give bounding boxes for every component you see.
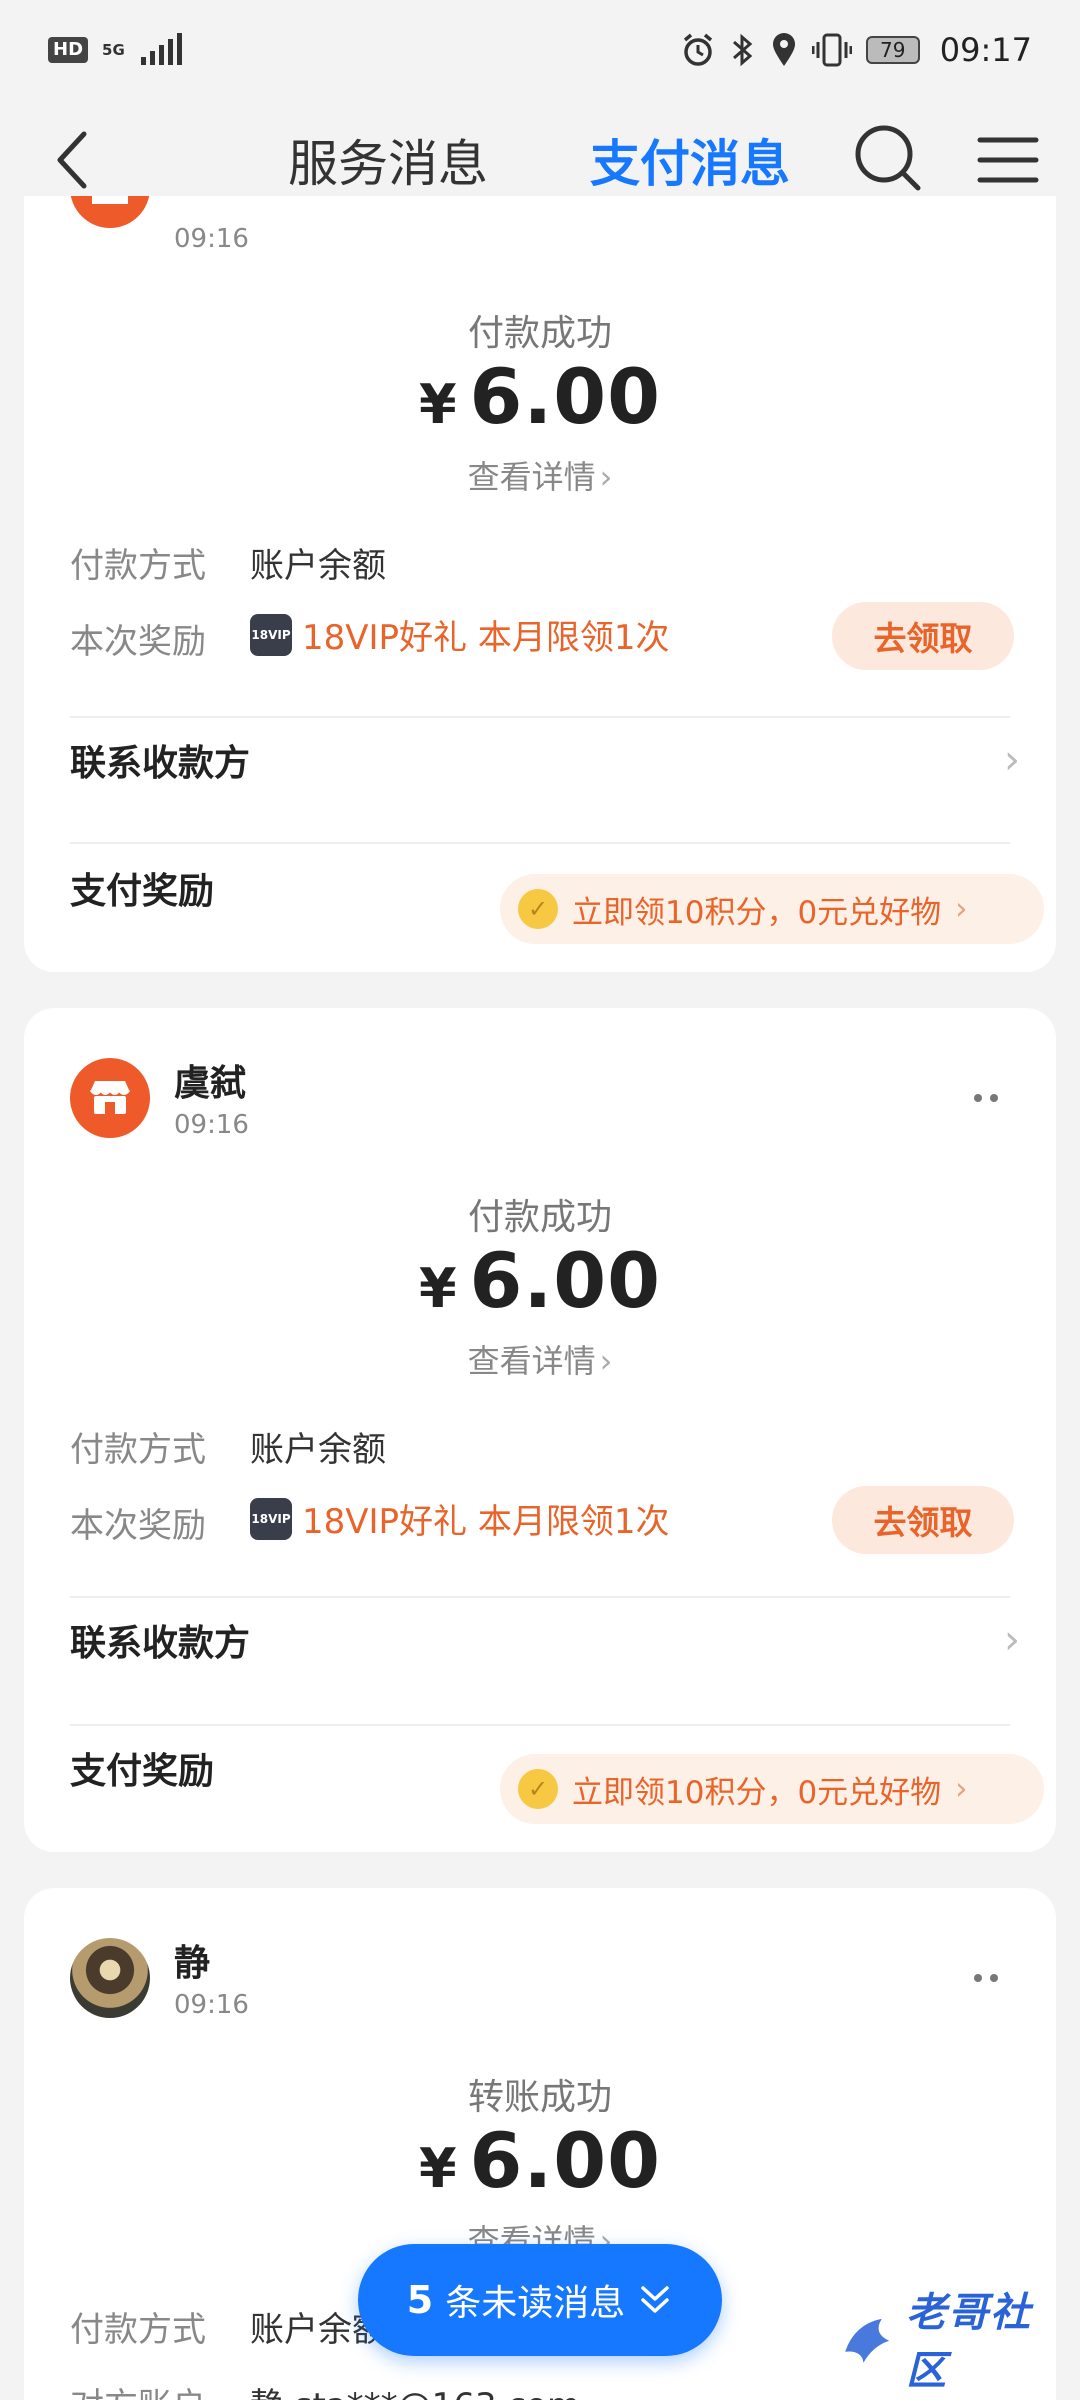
dot — [974, 1094, 982, 1102]
currency-symbol: ¥ — [418, 1257, 458, 1320]
reward-value: 18VIP 18VIP好礼 本月限领1次 — [250, 1494, 670, 1543]
divider — [70, 1596, 1010, 1598]
amount-value: 6.00 — [469, 2116, 662, 2205]
watermark-logo: 老哥社区 — [836, 2290, 1060, 2394]
contact-payee-label: 联系收款方 — [70, 1623, 251, 1664]
view-details-label: 查看详情 — [467, 1342, 596, 1380]
unread-count: 5 — [406, 2278, 434, 2322]
merchant-avatar — [70, 196, 150, 228]
double-chevron-down-icon — [641, 2286, 669, 2313]
currency-symbol: ¥ — [418, 2137, 458, 2200]
view-details-link[interactable]: 查看详情 › — [24, 452, 1056, 498]
payment-method-value: 账户余额 — [250, 1430, 386, 1470]
transaction-status: 转账成功 — [467, 2077, 612, 2118]
contact-payee-row[interactable]: 联系收款方 › — [70, 1610, 1020, 1670]
merchant-avatar — [70, 1058, 150, 1138]
hd-badge: HD — [48, 37, 89, 63]
search-icon — [855, 125, 921, 191]
merchant-name: 虞弑 — [174, 1063, 247, 1104]
reward-value: 18VIP 18VIP好礼 本月限领1次 — [250, 610, 670, 659]
unread-messages-button[interactable]: 5 条未读消息 — [358, 2244, 722, 2356]
claim-reward-button[interactable]: 去领取 — [832, 1486, 1014, 1554]
points-text: 立即领10积分，0元兑好物 — [572, 1774, 942, 1811]
bluetooth-icon — [732, 33, 753, 67]
payment-method-value: 账户余额 — [250, 546, 386, 586]
payment-method-label: 付款方式 — [70, 2310, 206, 2350]
contact-payee-label: 联系收款方 — [70, 743, 251, 784]
coin-icon: ✓ — [518, 889, 558, 929]
coin-icon: ✓ — [518, 1769, 558, 1809]
dot — [990, 1974, 998, 1982]
alarm-icon — [683, 33, 712, 66]
currency-symbol: ¥ — [418, 373, 458, 436]
chevron-right-icon: › — [955, 891, 968, 927]
chevron-right-icon: › — [955, 1771, 968, 1807]
payment-message-card: 09:16 付款成功 ¥6.00 查看详情 › 付款方式 账户余额 本次奖励 18… — [24, 196, 1056, 972]
more-options-button[interactable] — [956, 1078, 1016, 1118]
menu-button[interactable] — [976, 128, 1040, 192]
clock: 09:17 — [939, 31, 1032, 69]
view-details-label: 查看详情 — [467, 458, 596, 496]
divider — [70, 716, 1010, 718]
vip-icon: 18VIP — [250, 1497, 292, 1540]
contact-name: 静 — [174, 1943, 211, 1984]
chevron-right-icon: › — [599, 1342, 613, 1380]
payment-method-label: 付款方式 — [70, 1430, 206, 1470]
search-button[interactable] — [852, 122, 924, 194]
payment-message-card: 虞弑 09:16 付款成功 ¥6.00 查看详情 › 付款方式 账户余额 本次奖励… — [24, 1008, 1056, 1852]
hamburger-menu-icon — [977, 137, 1039, 183]
points-reward-pill[interactable]: ✓ 立即领10积分，0元兑好物 › — [500, 1754, 1044, 1824]
unread-label: 条未读消息 — [445, 2283, 626, 2324]
amount-value: 6.00 — [469, 352, 662, 441]
amount-value: 6.00 — [469, 1236, 662, 1325]
transaction-amount: ¥6.00 — [24, 352, 1056, 441]
back-button[interactable] — [40, 128, 104, 192]
claim-reward-button[interactable]: 去领取 — [832, 602, 1014, 670]
store-icon — [92, 196, 128, 204]
network-type: 5G — [102, 40, 125, 59]
dragon-logo-icon — [845, 2318, 890, 2363]
payment-method-label: 付款方式 — [70, 546, 206, 586]
store-icon — [89, 1081, 131, 1114]
vip-icon: 18VIP — [250, 613, 292, 656]
points-text: 立即领10积分，0元兑好物 — [572, 894, 942, 931]
account-value: 静 sta***@163.com — [250, 2378, 580, 2400]
status-left: HD 5G — [48, 33, 187, 67]
transaction-status: 付款成功 — [467, 1197, 612, 1238]
location-icon — [772, 33, 795, 66]
chevron-right-icon: › — [1004, 737, 1020, 783]
reward-text: 18VIP好礼 本月限领1次 — [302, 618, 670, 658]
transaction-amount: ¥6.00 — [24, 2116, 1056, 2205]
transaction-status: 付款成功 — [467, 313, 612, 354]
chevron-left-icon — [57, 131, 87, 189]
more-options-button[interactable] — [956, 1958, 1016, 1998]
chevron-right-icon: › — [1004, 1617, 1020, 1663]
message-time: 09:16 — [174, 224, 249, 254]
reward-label: 本次奖励 — [70, 622, 206, 662]
message-time: 09:16 — [174, 1110, 249, 1140]
divider — [70, 842, 1010, 844]
points-reward-pill[interactable]: ✓ 立即领10积分，0元兑好物 › — [500, 874, 1044, 944]
account-label: 对方账户 — [70, 2378, 206, 2400]
transaction-amount: ¥6.00 — [24, 1236, 1056, 1325]
dot — [974, 1974, 982, 1982]
chevron-right-icon: › — [599, 458, 613, 496]
watermark-text: 老哥社区 — [906, 2290, 1033, 2394]
view-details-link[interactable]: 查看详情 › — [24, 1336, 1056, 1382]
reward-text: 18VIP好礼 本月限领1次 — [302, 1502, 670, 1542]
vibrate-icon — [811, 33, 852, 67]
signal-icon — [140, 33, 182, 65]
status-bar: HD 5G 79 09:17 — [0, 0, 1080, 100]
payment-reward-label: 支付奖励 — [70, 1751, 215, 1792]
battery-indicator: 79 — [865, 36, 920, 64]
divider — [70, 1724, 1010, 1726]
message-time: 09:16 — [174, 1990, 249, 2020]
dot — [990, 1094, 998, 1102]
contact-payee-row[interactable]: 联系收款方 › — [70, 730, 1020, 790]
status-right: 79 09:17 — [680, 31, 1032, 69]
contact-avatar — [70, 1938, 150, 2018]
reward-label: 本次奖励 — [70, 1506, 206, 1546]
payment-reward-label: 支付奖励 — [70, 871, 215, 912]
